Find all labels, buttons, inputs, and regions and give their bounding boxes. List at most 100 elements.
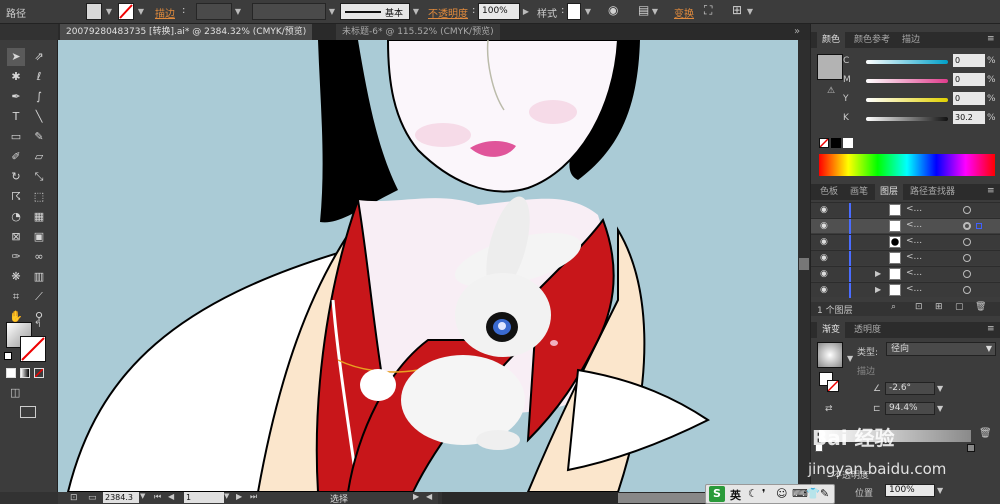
visibility-eye-icon[interactable]: ◉: [820, 253, 828, 263]
tab-document-1[interactable]: 20079280483735 [转换].ai* @ 2384.32% (CMYK…: [60, 24, 313, 40]
layer-row[interactable]: ◉ <...: [811, 218, 1000, 234]
transform-label[interactable]: 变换: [674, 5, 694, 20]
stroke-color-box[interactable]: [20, 336, 46, 362]
cyan-slider[interactable]: [866, 60, 948, 64]
visibility-eye-icon[interactable]: ◉: [820, 269, 828, 279]
angle-field[interactable]: -2.6°: [885, 382, 935, 395]
direct-selection-tool-icon[interactable]: ⇗: [30, 48, 48, 66]
menu-icon[interactable]: ≡: [987, 34, 995, 44]
align-icon[interactable]: ▤: [638, 3, 649, 17]
magenta-value[interactable]: 0: [953, 73, 985, 86]
chevron-down-icon[interactable]: ▼: [411, 3, 421, 20]
chevron-down-icon[interactable]: ▼: [745, 3, 755, 20]
skin-icon[interactable]: 👕: [806, 487, 820, 500]
locate-object-icon[interactable]: ⌕: [891, 302, 896, 312]
shape-builder-tool-icon[interactable]: ◔: [7, 208, 25, 226]
chevron-down-icon[interactable]: ▼: [937, 486, 943, 495]
moon-icon[interactable]: ☾: [748, 487, 758, 500]
stroke-label[interactable]: 描边: [155, 5, 175, 20]
tab-layers[interactable]: 图层: [875, 184, 904, 200]
brush-definition-dropdown[interactable]: 基本: [340, 3, 410, 20]
mesh-tool-icon[interactable]: ⊠: [7, 228, 25, 246]
position-field[interactable]: 100%: [885, 484, 935, 497]
menu-icon[interactable]: ≡: [987, 186, 995, 196]
color-mode-icon[interactable]: [6, 368, 16, 378]
trash-icon[interactable]: 🗑: [979, 428, 992, 439]
ime-language-toggle[interactable]: 英: [730, 487, 741, 503]
blend-tool-icon[interactable]: ∞: [30, 248, 48, 266]
color-spectrum[interactable]: [819, 154, 995, 176]
layer-row[interactable]: ◉ ▶ <...: [811, 282, 1000, 298]
visibility-eye-icon[interactable]: ◉: [820, 285, 828, 295]
tab-stroke[interactable]: 描边: [897, 32, 925, 48]
target-icon[interactable]: [963, 254, 971, 262]
type-tool-icon[interactable]: T: [7, 108, 25, 126]
stroke-swatch[interactable]: [118, 3, 134, 20]
chevron-down-icon[interactable]: ▼: [224, 492, 229, 500]
trash-icon[interactable]: 🗑: [975, 302, 986, 312]
magenta-slider[interactable]: [866, 79, 948, 83]
black-swatch[interactable]: [831, 138, 841, 148]
variable-width-dropdown[interactable]: [252, 3, 326, 20]
swap-fill-stroke-icon[interactable]: ↰: [34, 320, 42, 330]
stroke-weight-field[interactable]: [196, 3, 232, 20]
target-icon[interactable]: [963, 270, 971, 278]
chevron-right-icon[interactable]: ▶: [413, 492, 419, 501]
white-swatch[interactable]: [843, 138, 853, 148]
chevron-down-icon[interactable]: ▼: [650, 3, 660, 20]
chevron-down-icon[interactable]: ▼: [140, 492, 145, 500]
none-mode-icon[interactable]: [34, 368, 44, 378]
punctuation-icon[interactable]: ❜: [762, 487, 766, 500]
screen-mode-icon[interactable]: [20, 406, 36, 418]
arrange-icon[interactable]: ⊞: [732, 3, 742, 17]
layer-row[interactable]: ◉ <...: [811, 250, 1000, 266]
artboard-canvas[interactable]: [58, 40, 798, 492]
default-fill-stroke-icon[interactable]: [4, 352, 12, 360]
column-graph-tool-icon[interactable]: ▥: [30, 268, 48, 286]
scroll-thumb[interactable]: [618, 493, 708, 503]
recolor-artwork-icon[interactable]: ◉: [608, 3, 618, 17]
yellow-slider[interactable]: [866, 98, 948, 102]
rotate-tool-icon[interactable]: ↻: [7, 168, 25, 186]
chevron-down-icon[interactable]: ▼: [937, 384, 943, 393]
curvature-tool-icon[interactable]: ∫: [30, 88, 48, 106]
gradient-type-dropdown[interactable]: 径向 ▼: [886, 342, 996, 356]
black-slider[interactable]: [866, 117, 948, 121]
chevron-right-icon[interactable]: ▶: [521, 3, 531, 20]
stroke-none-box[interactable]: [827, 380, 839, 392]
layer-row[interactable]: ◉ <...: [811, 202, 1000, 218]
artboard-tool-icon[interactable]: ⌗: [7, 288, 25, 306]
layer-row[interactable]: ◉ ▶ <...: [811, 266, 1000, 282]
vertical-scrollbar[interactable]: [798, 40, 810, 492]
emoji-icon[interactable]: ☺: [776, 487, 787, 500]
artboard-field[interactable]: 1: [184, 492, 224, 503]
yellow-value[interactable]: 0: [953, 92, 985, 105]
scale-tool-icon[interactable]: ⤡: [30, 168, 48, 186]
visibility-eye-icon[interactable]: ◉: [820, 237, 828, 247]
last-artboard-icon[interactable]: ⏭: [250, 492, 257, 502]
target-icon[interactable]: [963, 222, 971, 230]
aspect-ratio-field[interactable]: 94.4%: [885, 402, 935, 415]
eraser-tool-icon[interactable]: ▱: [30, 148, 48, 166]
expand-triangle-icon[interactable]: ▶: [875, 285, 881, 294]
gradient-preview-swatch[interactable]: [817, 342, 843, 368]
opacity-field[interactable]: 100%: [478, 3, 520, 20]
tab-color[interactable]: 颜色: [817, 32, 846, 48]
graphic-style-swatch[interactable]: [567, 3, 581, 20]
rectangle-tool-icon[interactable]: ▭: [7, 128, 25, 146]
new-sublayer-icon[interactable]: ⊞: [935, 302, 943, 312]
cyan-value[interactable]: 0: [953, 54, 985, 67]
chevron-down-icon[interactable]: ▼: [136, 3, 146, 20]
chevron-down-icon[interactable]: ▼: [233, 3, 243, 20]
zoom-field[interactable]: 2384.3: [103, 492, 139, 503]
free-transform-tool-icon[interactable]: ⬚: [30, 188, 48, 206]
isolate-group-icon[interactable]: ⛶: [704, 3, 712, 18]
chevron-down-icon[interactable]: ▼: [327, 3, 337, 20]
selection-tool-icon[interactable]: ➤: [7, 48, 25, 66]
magic-wand-tool-icon[interactable]: ✱: [7, 68, 25, 86]
target-icon[interactable]: [963, 286, 971, 294]
pen-tool-icon[interactable]: ✒: [7, 88, 25, 106]
target-icon[interactable]: [963, 238, 971, 246]
warp-tool-icon[interactable]: ☈: [7, 188, 25, 206]
lasso-tool-icon[interactable]: ℓ: [30, 68, 48, 86]
